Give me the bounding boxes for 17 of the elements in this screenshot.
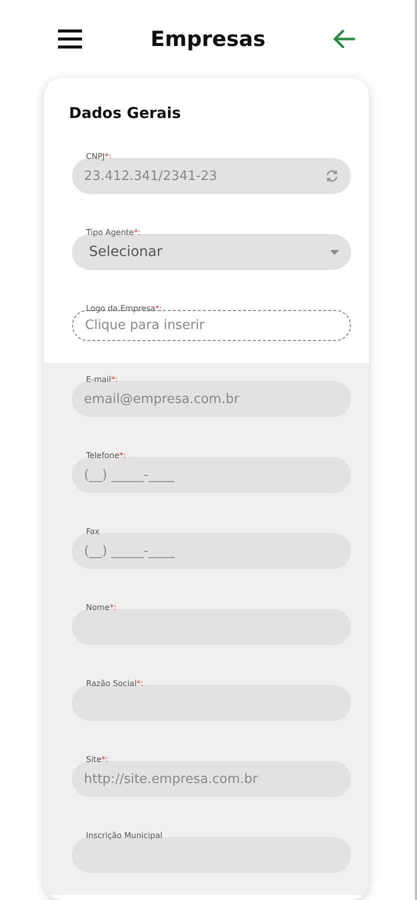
menu-button[interactable] — [57, 29, 83, 49]
field-label: CNPJ*: — [86, 152, 112, 161]
section-title: Dados Gerais — [68, 103, 182, 124]
field-label: Fax — [86, 527, 100, 536]
field-label: Razão Social*: — [86, 679, 144, 688]
field-label: Tipo Agente*: — [86, 228, 141, 237]
caret-icon — [330, 250, 339, 254]
refresh-icon[interactable] — [325, 169, 339, 183]
field-label: Inscrição Municipal — [86, 831, 162, 840]
back-button[interactable] — [333, 30, 355, 48]
field-label: Telefone*: — [86, 451, 126, 460]
page-title: Empresas — [150, 27, 266, 51]
field-label: Site*: — [86, 755, 108, 764]
field-label: E-mail*: — [86, 375, 118, 384]
menu-icon — [57, 29, 83, 49]
arrow-left-icon — [333, 30, 355, 48]
field-label: Nome*: — [86, 603, 116, 612]
